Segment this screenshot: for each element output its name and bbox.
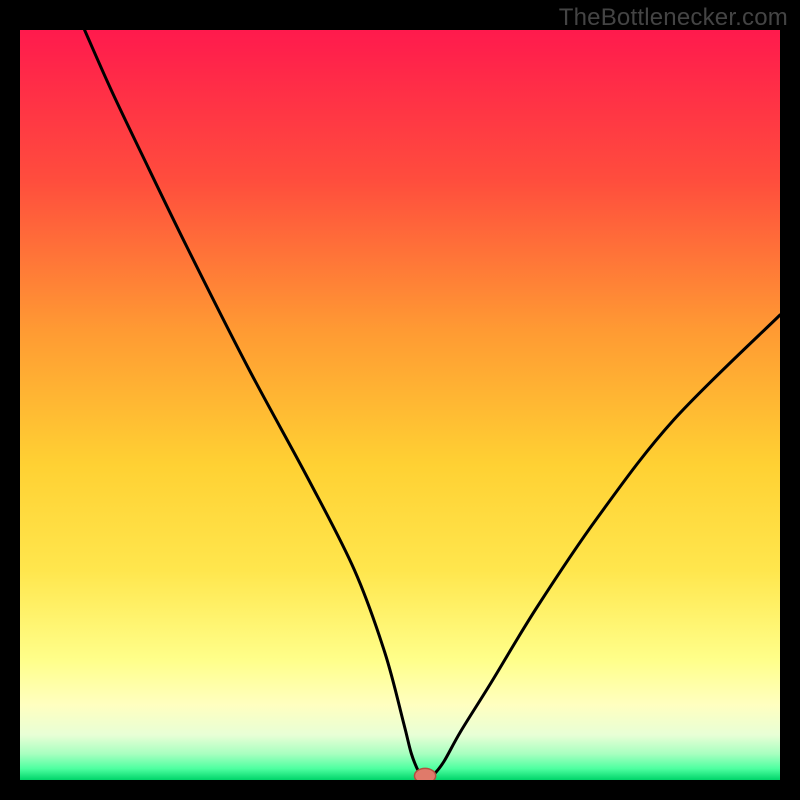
chart-stage: TheBottlenecker.com	[0, 0, 800, 800]
selected-point-marker	[414, 768, 435, 780]
plot-area	[20, 30, 780, 780]
watermark-text: TheBottlenecker.com	[559, 4, 788, 32]
plot-svg	[20, 30, 780, 780]
gradient-background	[20, 30, 780, 780]
